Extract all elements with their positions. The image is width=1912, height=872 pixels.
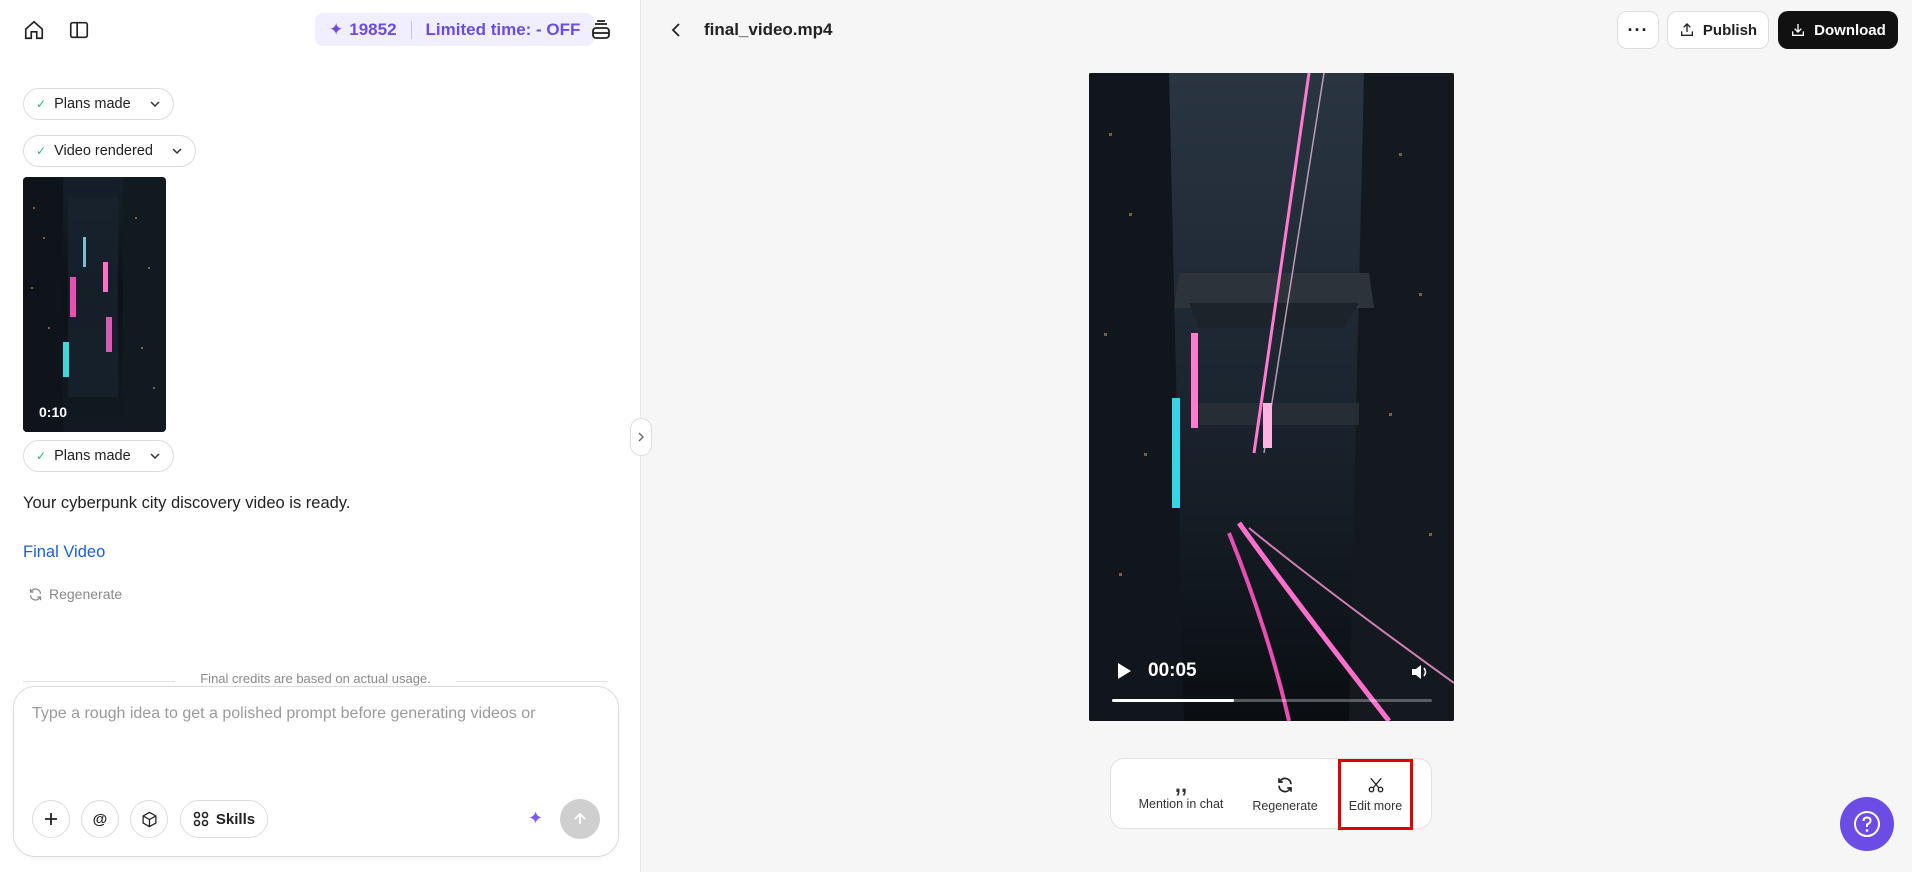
edit-more-label: Edit more xyxy=(1348,799,1403,813)
download-button[interactable]: Download xyxy=(1778,11,1898,49)
grid-icon xyxy=(193,811,209,827)
plus-icon xyxy=(45,813,57,825)
refresh-icon xyxy=(29,587,42,601)
panel-collapse-handle[interactable] xyxy=(630,418,652,456)
chevron-left-icon xyxy=(671,23,680,37)
progress-fill xyxy=(1112,699,1234,702)
left-topbar: ✦ 19852 Limited time: - OFF xyxy=(0,0,641,60)
edit-more-button[interactable]: Edit more xyxy=(1338,759,1413,830)
play-button[interactable] xyxy=(1116,662,1132,685)
check-icon: ✓ xyxy=(36,449,47,463)
question-mark-icon xyxy=(1854,811,1880,837)
current-time: 00:05 xyxy=(1148,660,1197,681)
video-player[interactable]: 00:05 xyxy=(1089,73,1454,721)
regenerate-label: Regenerate xyxy=(49,586,123,602)
sparkle-icon: ✦ xyxy=(329,19,344,39)
regenerate-video-button[interactable]: Regenerate xyxy=(1242,759,1328,830)
step-label: Plans made xyxy=(54,96,131,112)
divider xyxy=(410,20,412,39)
download-icon xyxy=(1792,24,1805,36)
cube-icon xyxy=(141,811,157,827)
credits-amount: 19852 xyxy=(349,19,397,39)
file-title: final_video.mp4 xyxy=(704,20,833,39)
stack-icon[interactable] xyxy=(585,14,617,46)
final-video-link[interactable]: Final Video xyxy=(23,543,105,562)
volume-icon xyxy=(1412,665,1427,679)
publish-label: Publish xyxy=(1702,21,1758,39)
play-icon xyxy=(1118,663,1131,679)
mention-button[interactable]: @ xyxy=(81,800,119,838)
check-icon: ✓ xyxy=(36,97,47,111)
step-video-rendered[interactable]: ✓ Video rendered xyxy=(23,135,196,167)
scissors-icon xyxy=(1368,777,1383,793)
send-button[interactable] xyxy=(560,799,600,839)
video-progress-bar[interactable] xyxy=(1112,699,1432,702)
chevron-right-icon xyxy=(638,432,644,442)
chevron-down-icon xyxy=(150,453,160,460)
preview-panel: final_video.mp4 ··· Publish Download 00:… xyxy=(641,0,1912,872)
step-label: Video rendered xyxy=(54,143,153,159)
home-icon[interactable] xyxy=(18,14,50,46)
step-plans-made[interactable]: ✓ Plans made xyxy=(23,88,174,120)
upload-icon xyxy=(1680,23,1693,36)
city-scene-image xyxy=(23,177,166,432)
prompt-input[interactable] xyxy=(32,705,592,765)
assistant-message: Your cyberpunk city discovery video is r… xyxy=(23,494,351,512)
asset-button[interactable] xyxy=(130,800,168,838)
chat-composer: @ Skills ✦ xyxy=(13,686,619,857)
mention-in-chat-button[interactable]: ,, Mention in chat xyxy=(1129,759,1233,830)
refresh-icon xyxy=(1278,777,1292,793)
chat-panel: ✦ 19852 Limited time: - OFF ✓ Plans made… xyxy=(0,0,641,872)
ellipsis-icon: ··· xyxy=(1627,20,1649,40)
at-icon: @ xyxy=(92,810,108,828)
thumbnail-duration: 0:10 xyxy=(39,404,68,420)
mention-label: Mention in chat xyxy=(1138,797,1224,811)
sidebar-toggle-icon[interactable] xyxy=(63,14,95,46)
video-actions-bar: ,, Mention in chat Regenerate Edit more xyxy=(1110,758,1432,830)
chevron-down-icon xyxy=(150,101,160,108)
help-button[interactable] xyxy=(1840,797,1894,851)
check-icon: ✓ xyxy=(36,144,47,158)
regenerate-action-label: Regenerate xyxy=(1252,799,1318,813)
add-button[interactable] xyxy=(32,800,70,838)
credits-note: Final credits are based on actual usage. xyxy=(200,671,431,686)
more-options-button[interactable]: ··· xyxy=(1617,11,1659,49)
credits-badge[interactable]: ✦ 19852 Limited time: - OFF xyxy=(315,13,595,46)
chevron-down-icon xyxy=(172,148,182,155)
back-button[interactable] xyxy=(661,14,693,46)
step-label: Plans made xyxy=(54,448,131,464)
quote-icon: ,, xyxy=(1174,772,1188,797)
regenerate-button[interactable]: Regenerate xyxy=(28,586,122,602)
download-label: Download xyxy=(1814,21,1886,39)
publish-button[interactable]: Publish xyxy=(1667,11,1769,49)
volume-button[interactable] xyxy=(1411,664,1429,685)
enhance-sparkle-icon[interactable]: ✦ xyxy=(528,808,543,829)
cyberpunk-city-video-frame xyxy=(1089,73,1454,721)
skills-button[interactable]: Skills xyxy=(180,800,268,838)
skills-label: Skills xyxy=(215,810,256,828)
video-thumbnail[interactable]: 0:10 xyxy=(23,177,166,432)
promo-text: Limited time: - OFF xyxy=(425,19,581,39)
arrow-up-icon xyxy=(574,812,586,824)
step-plans-made-2[interactable]: ✓ Plans made xyxy=(23,440,174,472)
